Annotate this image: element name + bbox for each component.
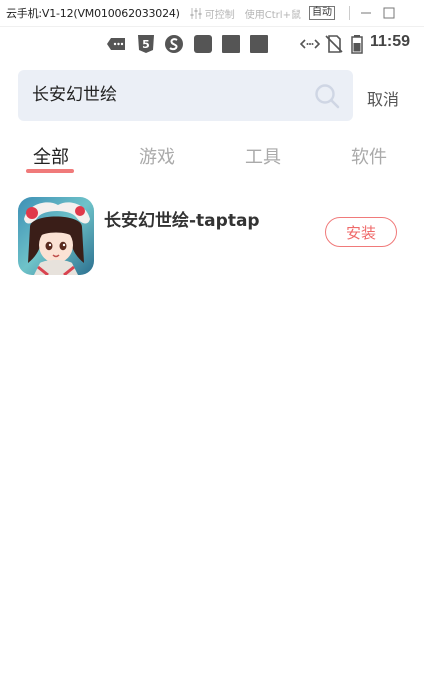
app-icon (250, 35, 268, 53)
no-sim-icon (325, 35, 343, 53)
search-input[interactable] (32, 70, 302, 121)
tab-games[interactable]: 游戏 (139, 143, 175, 169)
app-icon (222, 35, 240, 53)
install-button[interactable]: 安装 (325, 217, 397, 247)
status-time: 11:59 (370, 33, 411, 50)
tab-tools[interactable]: 工具 (245, 143, 281, 169)
message-icon (107, 38, 125, 50)
maximize-icon (383, 7, 395, 19)
game-app-icon[interactable] (18, 197, 94, 275)
svg-text:5: 5 (142, 38, 150, 51)
code-icon (300, 39, 320, 49)
app-icon (194, 35, 212, 53)
ctrl-hint: 使用Ctrl+鼠 (244, 9, 301, 21)
s5-icon: 5 (138, 35, 154, 53)
control-toggle[interactable]: 可控制 (190, 6, 235, 21)
search-icon[interactable] (314, 83, 340, 109)
app-name[interactable]: 长安幻世绘-taptap (104, 206, 260, 231)
minimize-button[interactable] (359, 6, 373, 20)
control-label: 可控制 (204, 9, 235, 21)
title-divider (348, 6, 350, 20)
status-bar: 5 11:59 (0, 28, 424, 60)
sliders-icon (190, 7, 202, 19)
minimize-icon (360, 12, 371, 14)
window-title-bar: 云手机:V1-12(VM010062033024) 可控制 使用Ctrl+鼠 自… (0, 0, 424, 27)
tab-software[interactable]: 软件 (351, 143, 387, 169)
cancel-button[interactable]: 取消 (367, 86, 399, 110)
maximize-button[interactable] (382, 6, 396, 20)
search-box[interactable] (18, 70, 353, 121)
sogou-icon (165, 35, 183, 53)
active-tab-indicator (26, 169, 74, 173)
auto-button[interactable]: 自动 (308, 6, 335, 20)
tab-all[interactable]: 全部 (33, 143, 69, 169)
game-avatar-icon (18, 197, 94, 275)
window-title: 云手机:V1-12(VM010062033024) (6, 7, 180, 20)
battery-icon (351, 35, 363, 54)
